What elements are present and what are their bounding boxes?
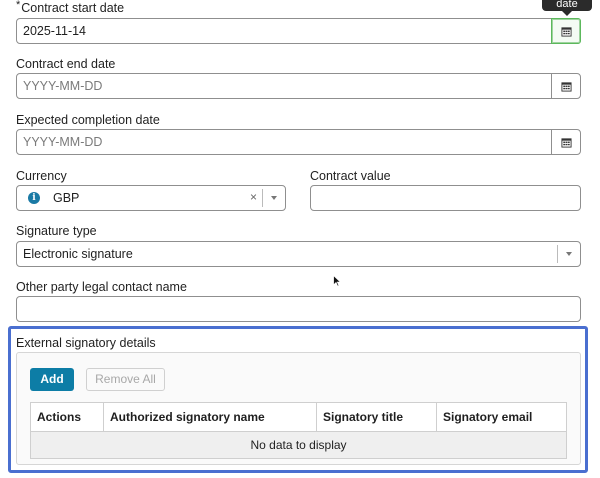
required-marker: * bbox=[16, 0, 21, 11]
column-header-signatory-email[interactable]: Signatory email bbox=[437, 403, 566, 431]
column-header-actions[interactable]: Actions bbox=[31, 403, 104, 431]
currency-select[interactable]: i GBP × bbox=[16, 185, 286, 211]
chevron-down-icon[interactable] bbox=[271, 196, 277, 200]
calendar-tooltip: date bbox=[542, 0, 592, 16]
expected-completion-label: Expected completion date bbox=[16, 113, 160, 127]
contract-end-calendar-button[interactable] bbox=[551, 74, 580, 98]
currency-value[interactable]: GBP bbox=[53, 191, 79, 205]
currency-label: Currency bbox=[16, 169, 67, 183]
dropdown-separator bbox=[557, 245, 558, 263]
info-icon: i bbox=[28, 192, 40, 204]
add-button[interactable]: Add bbox=[30, 368, 74, 391]
mouse-cursor-icon bbox=[333, 275, 341, 287]
contract-start-field[interactable]: 2025-11-14 bbox=[16, 18, 581, 44]
calendar-icon bbox=[560, 81, 572, 92]
column-header-authorized-signatory-name[interactable]: Authorized signatory name bbox=[104, 403, 317, 431]
chevron-down-icon[interactable] bbox=[566, 252, 572, 256]
expected-completion-placeholder[interactable]: YYYY-MM-DD bbox=[23, 135, 102, 149]
dropdown-separator bbox=[262, 189, 263, 207]
column-header-signatory-title[interactable]: Signatory title bbox=[317, 403, 437, 431]
contract-value-field[interactable] bbox=[310, 185, 581, 211]
signature-type-select[interactable]: Electronic signature bbox=[16, 241, 581, 267]
expected-completion-field[interactable]: YYYY-MM-DD bbox=[16, 129, 581, 155]
calendar-icon bbox=[560, 26, 572, 37]
expected-completion-calendar-button[interactable] bbox=[551, 130, 580, 154]
signature-type-label: Signature type bbox=[16, 224, 97, 238]
empty-table-message: No data to display bbox=[31, 431, 566, 458]
contract-end-placeholder[interactable]: YYYY-MM-DD bbox=[23, 79, 102, 93]
signature-type-value[interactable]: Electronic signature bbox=[23, 247, 133, 261]
external-signatory-title: External signatory details bbox=[16, 336, 156, 350]
other-party-field[interactable] bbox=[16, 296, 581, 322]
contract-end-label: Contract end date bbox=[16, 57, 116, 71]
contract-value-label: Contract value bbox=[310, 169, 391, 183]
remove-all-button[interactable]: Remove All bbox=[86, 368, 165, 391]
clear-icon[interactable]: × bbox=[250, 190, 257, 204]
contract-start-label-text: Contract start date bbox=[21, 1, 125, 15]
contract-start-value[interactable]: 2025-11-14 bbox=[23, 24, 86, 38]
other-party-label: Other party legal contact name bbox=[16, 280, 187, 294]
contract-end-field[interactable]: YYYY-MM-DD bbox=[16, 73, 581, 99]
signatory-table: Actions Authorized signatory name Signat… bbox=[30, 402, 567, 459]
contract-start-label: *Contract start date bbox=[16, 0, 125, 15]
calendar-icon bbox=[560, 137, 572, 148]
contract-start-calendar-button[interactable] bbox=[551, 18, 581, 44]
